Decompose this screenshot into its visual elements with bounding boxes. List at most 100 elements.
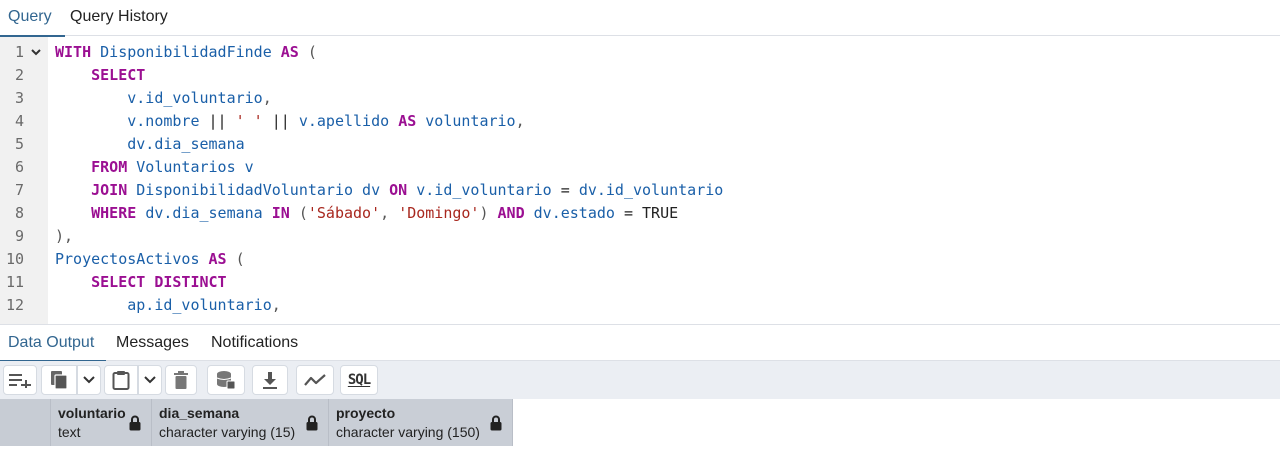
code-token: DisponibilidadFinde: [100, 43, 272, 61]
code-token: SELECT DISTINCT: [91, 273, 227, 291]
code-token: ||: [199, 112, 236, 130]
save-data-changes-button[interactable]: [207, 365, 245, 395]
code-line[interactable]: 10 ProyectosActivos AS (: [0, 248, 1280, 271]
line-number: 3: [14, 89, 24, 107]
code-token: ProyectosActivos: [55, 250, 200, 268]
code-text: WITH DisponibilidadFinde AS (: [55, 41, 317, 64]
code-line[interactable]: 11 SELECT DISTINCT: [0, 271, 1280, 294]
code-line[interactable]: 9),: [0, 225, 1280, 248]
copy-options-dropdown[interactable]: [77, 365, 101, 395]
code-token: JOIN: [91, 181, 128, 199]
code-text: JOIN DisponibilidadVoluntario dv ON v.id…: [55, 179, 723, 202]
code-token: dv.dia_semana: [127, 135, 245, 153]
paste-icon: [112, 371, 130, 390]
tab-data-output[interactable]: Data Output: [0, 325, 106, 362]
column-type: character varying (150): [336, 424, 480, 440]
code-token: (: [298, 204, 308, 222]
code-text: dv.dia_semana: [55, 133, 245, 156]
code-token: ): [479, 204, 489, 222]
graph-icon: [304, 374, 326, 386]
lock-icon: [306, 415, 318, 431]
code-line[interactable]: 6 FROM Voluntarios v: [0, 156, 1280, 179]
code-token: AND: [497, 204, 525, 222]
chevron-down-icon: [83, 376, 95, 384]
code-token: (: [235, 250, 245, 268]
code-token: ap.id_voluntario: [127, 296, 272, 314]
tab-notifications[interactable]: Notifications: [211, 325, 311, 361]
tab-notifications-label: Notifications: [211, 334, 299, 351]
code-text: ),: [55, 225, 73, 248]
chevron-down-icon: [144, 376, 156, 384]
output-tabs: Data Output Messages Notifications: [0, 324, 1280, 362]
add-row-icon: [9, 374, 31, 388]
code-token: (: [307, 43, 317, 61]
code-line[interactable]: 7 JOIN DisponibilidadVoluntario dv ON v.…: [0, 179, 1280, 202]
code-token: voluntario: [425, 112, 516, 130]
paste-button[interactable]: [104, 365, 138, 395]
sql-editor[interactable]: 1 WITH DisponibilidadFinde AS (2 SELECT 3 …: [0, 37, 1280, 324]
tab-query[interactable]: Query: [0, 0, 65, 37]
column-header-proyecto[interactable]: proyecto character varying (150): [329, 399, 513, 446]
code-token: SELECT: [91, 66, 146, 84]
save-data-icon: [216, 371, 236, 390]
column-type: character varying (15): [159, 424, 296, 440]
code-text: SELECT: [55, 64, 145, 87]
code-text: ap.id_voluntario,: [55, 294, 281, 317]
delete-icon: [174, 371, 188, 389]
code-token: WHERE: [91, 204, 137, 222]
code-token: WITH: [55, 43, 92, 61]
code-token: = TRUE: [614, 204, 679, 222]
graph-visualiser-button[interactable]: [296, 365, 334, 395]
code-line[interactable]: 4 v.nombre || ' ' || v.apellido AS volun…: [0, 110, 1280, 133]
paste-options-dropdown[interactable]: [138, 365, 162, 395]
column-header-dia-semana[interactable]: dia_semana character varying (15): [152, 399, 329, 446]
line-number: 9: [14, 227, 24, 245]
tab-query-history[interactable]: Query History: [70, 0, 180, 36]
line-number: 1: [14, 43, 24, 61]
code-line[interactable]: 12 ap.id_voluntario,: [0, 294, 1280, 317]
code-token: v.id_voluntario: [127, 89, 263, 107]
code-text: v.id_voluntario,: [55, 87, 272, 110]
code-token: ,: [271, 296, 281, 314]
lock-icon: [129, 415, 141, 431]
code-line[interactable]: 5 dv.dia_semana: [0, 133, 1280, 156]
code-token: ,: [380, 204, 399, 222]
column-header-voluntario[interactable]: voluntario text: [51, 399, 152, 446]
code-token: ||: [262, 112, 299, 130]
row-number-header[interactable]: [0, 399, 51, 446]
line-number: 2: [14, 66, 24, 84]
copy-button[interactable]: [41, 365, 77, 395]
code-token: IN: [271, 204, 290, 222]
sql-button[interactable]: SQL: [340, 365, 378, 395]
delete-button[interactable]: [165, 365, 197, 395]
code-line[interactable]: 1 WITH DisponibilidadFinde AS (: [0, 41, 1280, 64]
code-token: dv.dia_semana: [145, 204, 263, 222]
tab-messages-label: Messages: [116, 334, 189, 351]
code-line[interactable]: 2 SELECT: [0, 64, 1280, 87]
code-token: ,: [515, 112, 525, 130]
tab-messages[interactable]: Messages: [116, 325, 196, 361]
code-line[interactable]: 3 v.id_voluntario,: [0, 87, 1280, 110]
code-line[interactable]: 8 WHERE dv.dia_semana IN ('Sábado', 'Dom…: [0, 202, 1280, 225]
data-output-toolbar: SQL: [0, 361, 1280, 399]
column-name: proyecto: [336, 405, 396, 421]
add-row-button[interactable]: [3, 365, 37, 395]
code-token: v.id_voluntario: [416, 181, 552, 199]
download-button[interactable]: [252, 365, 288, 395]
